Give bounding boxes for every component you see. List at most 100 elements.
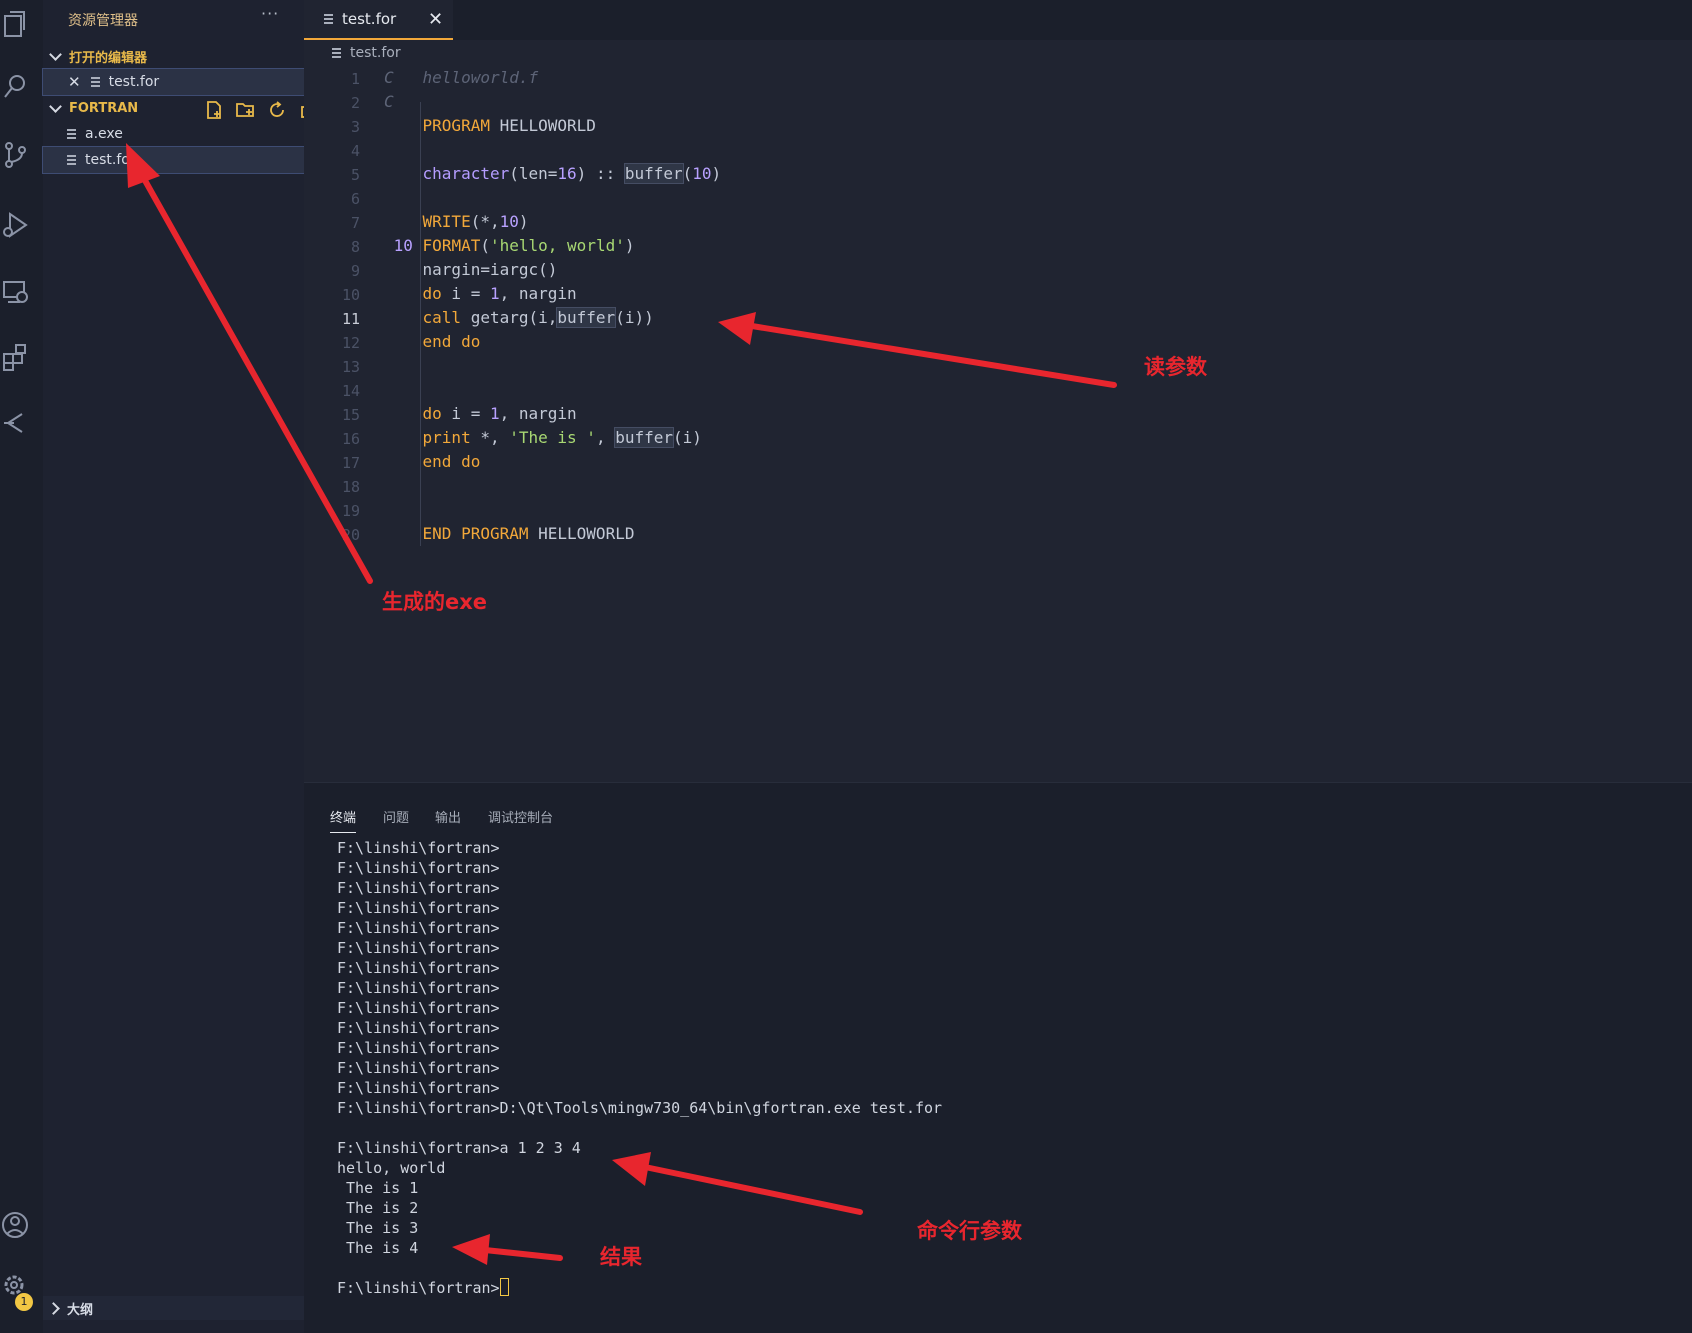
source-control-icon[interactable] <box>0 138 30 172</box>
code-line-12[interactable]: end do <box>384 332 481 351</box>
fortran-folder-section[interactable]: FORTRAN <box>43 95 304 121</box>
panel-tab[interactable]: 调试控制台 <box>488 807 553 826</box>
close-icon[interactable]: ✕ <box>68 73 81 91</box>
line-number: 6 <box>350 190 360 208</box>
tab-label: test.for <box>342 10 397 28</box>
line-number: 1 <box>350 70 360 88</box>
folder-label: FORTRAN <box>69 100 139 116</box>
explorer-sidebar: 资源管理器 ··· 打开的编辑器 ✕ test.for FORTRAN a.ex… <box>42 0 317 1333</box>
line-number: 8 <box>350 238 360 256</box>
file-label: a.exe <box>85 126 123 142</box>
line-number: 19 <box>341 502 360 520</box>
line-number: 5 <box>350 166 360 184</box>
line-number: 20 <box>341 526 360 544</box>
code-line-20[interactable]: END PROGRAM HELLOWORLD <box>384 524 635 543</box>
line-number: 10 <box>341 286 360 304</box>
terminal-line: F:\linshi\fortran> <box>337 839 500 857</box>
notification-badge: 1 <box>15 1293 33 1311</box>
code-line-17[interactable]: end do <box>384 452 481 471</box>
chevron-down-icon <box>49 99 62 113</box>
line-number: 7 <box>350 214 360 232</box>
terminal-prompt[interactable]: F:\linshi\fortran> <box>337 1278 509 1298</box>
refresh-icon[interactable] <box>267 100 287 120</box>
result-annotation: 结果 <box>600 1245 642 1269</box>
open-editor-item[interactable]: ✕ test.for <box>42 68 305 96</box>
terminal-line: F:\linshi\fortran> <box>337 939 500 957</box>
new-folder-icon[interactable] <box>235 100 255 120</box>
line-number: 2 <box>350 94 360 112</box>
panel-tab[interactable]: 终端 <box>330 807 357 833</box>
line-number: 3 <box>350 118 360 136</box>
line-number: 13 <box>341 358 360 376</box>
activity-bar: 1 <box>0 0 43 1333</box>
chevron-down-icon <box>49 47 62 61</box>
code-line-3[interactable]: PROGRAM HELLOWORLD <box>384 116 596 135</box>
line-number: 17 <box>341 454 360 472</box>
terminal-line: F:\linshi\fortran> <box>337 1019 500 1037</box>
account-icon[interactable] <box>0 1208 30 1242</box>
open-editors-section[interactable]: 打开的编辑器 <box>43 43 304 69</box>
file-icon <box>324 14 333 24</box>
terminal-line: F:\linshi\fortran> <box>337 859 500 877</box>
breadcrumb[interactable]: test.for <box>332 45 401 61</box>
file-icon <box>67 155 76 165</box>
tab-test-for[interactable]: test.for ✕ <box>304 0 453 40</box>
line-number: 15 <box>341 406 360 424</box>
code-line-5[interactable]: character(len=16) :: buffer(10) <box>384 163 721 184</box>
code-line-11[interactable]: call getarg(i,buffer(i)) <box>384 307 654 328</box>
prompt-text: F:\linshi\fortran> <box>337 1279 500 1297</box>
code-line-16[interactable]: print *, 'The is ', buffer(i) <box>384 427 702 448</box>
code-line-7[interactable]: WRITE(*,10) <box>384 212 529 231</box>
terminal-compile-line: F:\linshi\fortran>D:\Qt\Tools\mingw730_6… <box>337 1099 943 1117</box>
terminal-line: F:\linshi\fortran> <box>337 979 500 997</box>
terminal-run-line: F:\linshi\fortran>a 1 2 3 4 <box>337 1139 581 1157</box>
exe-annotation: 生成的exe <box>382 590 488 614</box>
search-icon[interactable] <box>0 70 30 104</box>
code-line-1[interactable]: C helloworld.f <box>384 68 538 87</box>
terminal-line: F:\linshi\fortran> <box>337 999 500 1017</box>
file-label: test.for <box>85 152 136 168</box>
terminal-line: F:\linshi\fortran> <box>337 959 500 977</box>
open-editor-label: test.for <box>108 74 160 90</box>
terminal-line: F:\linshi\fortran> <box>337 899 500 917</box>
terminal-line: F:\linshi\fortran> <box>337 879 500 897</box>
outline-section[interactable]: 大纲 <box>43 1296 304 1320</box>
close-icon[interactable]: ✕ <box>428 9 443 30</box>
code-line-15[interactable]: do i = 1, nargin <box>384 404 577 423</box>
line-number: 11 <box>341 310 360 328</box>
line-number: 9 <box>350 262 360 280</box>
terminal-cursor <box>499 1278 509 1296</box>
file-icon <box>67 129 76 139</box>
terminal-output-line: The is 2 <box>337 1199 419 1217</box>
panel-tab[interactable]: 输出 <box>435 807 461 826</box>
code-line-9[interactable]: nargin=iargc() <box>384 260 558 279</box>
file-item-a-exe[interactable]: a.exe <box>43 121 304 147</box>
editor-tab-bar: test.for ✕ <box>304 0 1692 40</box>
terminal-output-line: The is 4 <box>337 1239 419 1257</box>
panel-tab[interactable]: 问题 <box>383 807 409 826</box>
line-number: 12 <box>341 334 360 352</box>
breadcrumb-file: test.for <box>350 45 401 61</box>
read-args-annotation: 读参数 <box>1144 355 1207 379</box>
terminal-line: F:\linshi\fortran> <box>337 1059 500 1077</box>
run-debug-icon[interactable] <box>0 208 30 242</box>
remote-explorer-icon[interactable] <box>0 275 30 309</box>
code-line-2[interactable]: C <box>384 92 394 111</box>
code-line-10[interactable]: do i = 1, nargin <box>384 284 577 303</box>
chevron-right-icon <box>47 1301 60 1315</box>
terminal-output-line: hello, world <box>337 1159 446 1177</box>
explorer-icon[interactable] <box>0 8 30 42</box>
terminal-line: F:\linshi\fortran> <box>337 919 500 937</box>
extensions-icon[interactable] <box>0 340 30 374</box>
outline-label: 大纲 <box>67 1302 94 1318</box>
file-item-test-for[interactable]: test.for <box>42 146 305 174</box>
editor-area: test.for ✕ test.for 1 2 3 4 5 6 7 8 9 10 11 12 13 14 1… <box>304 0 1692 782</box>
terminal-line: F:\linshi\fortran> <box>337 1039 500 1057</box>
timeline-icon[interactable] <box>0 406 30 440</box>
line-number: 14 <box>341 382 360 400</box>
new-file-icon[interactable] <box>204 100 224 120</box>
bottom-panel: 终端 问题 输出 调试控制台 F:\linshi\fortran> F:\linshi\… <box>304 782 1692 1333</box>
file-icon <box>332 48 341 58</box>
more-actions-button[interactable]: ··· <box>261 4 279 23</box>
code-line-8[interactable]: 10 FORMAT('hello, world') <box>384 236 635 255</box>
